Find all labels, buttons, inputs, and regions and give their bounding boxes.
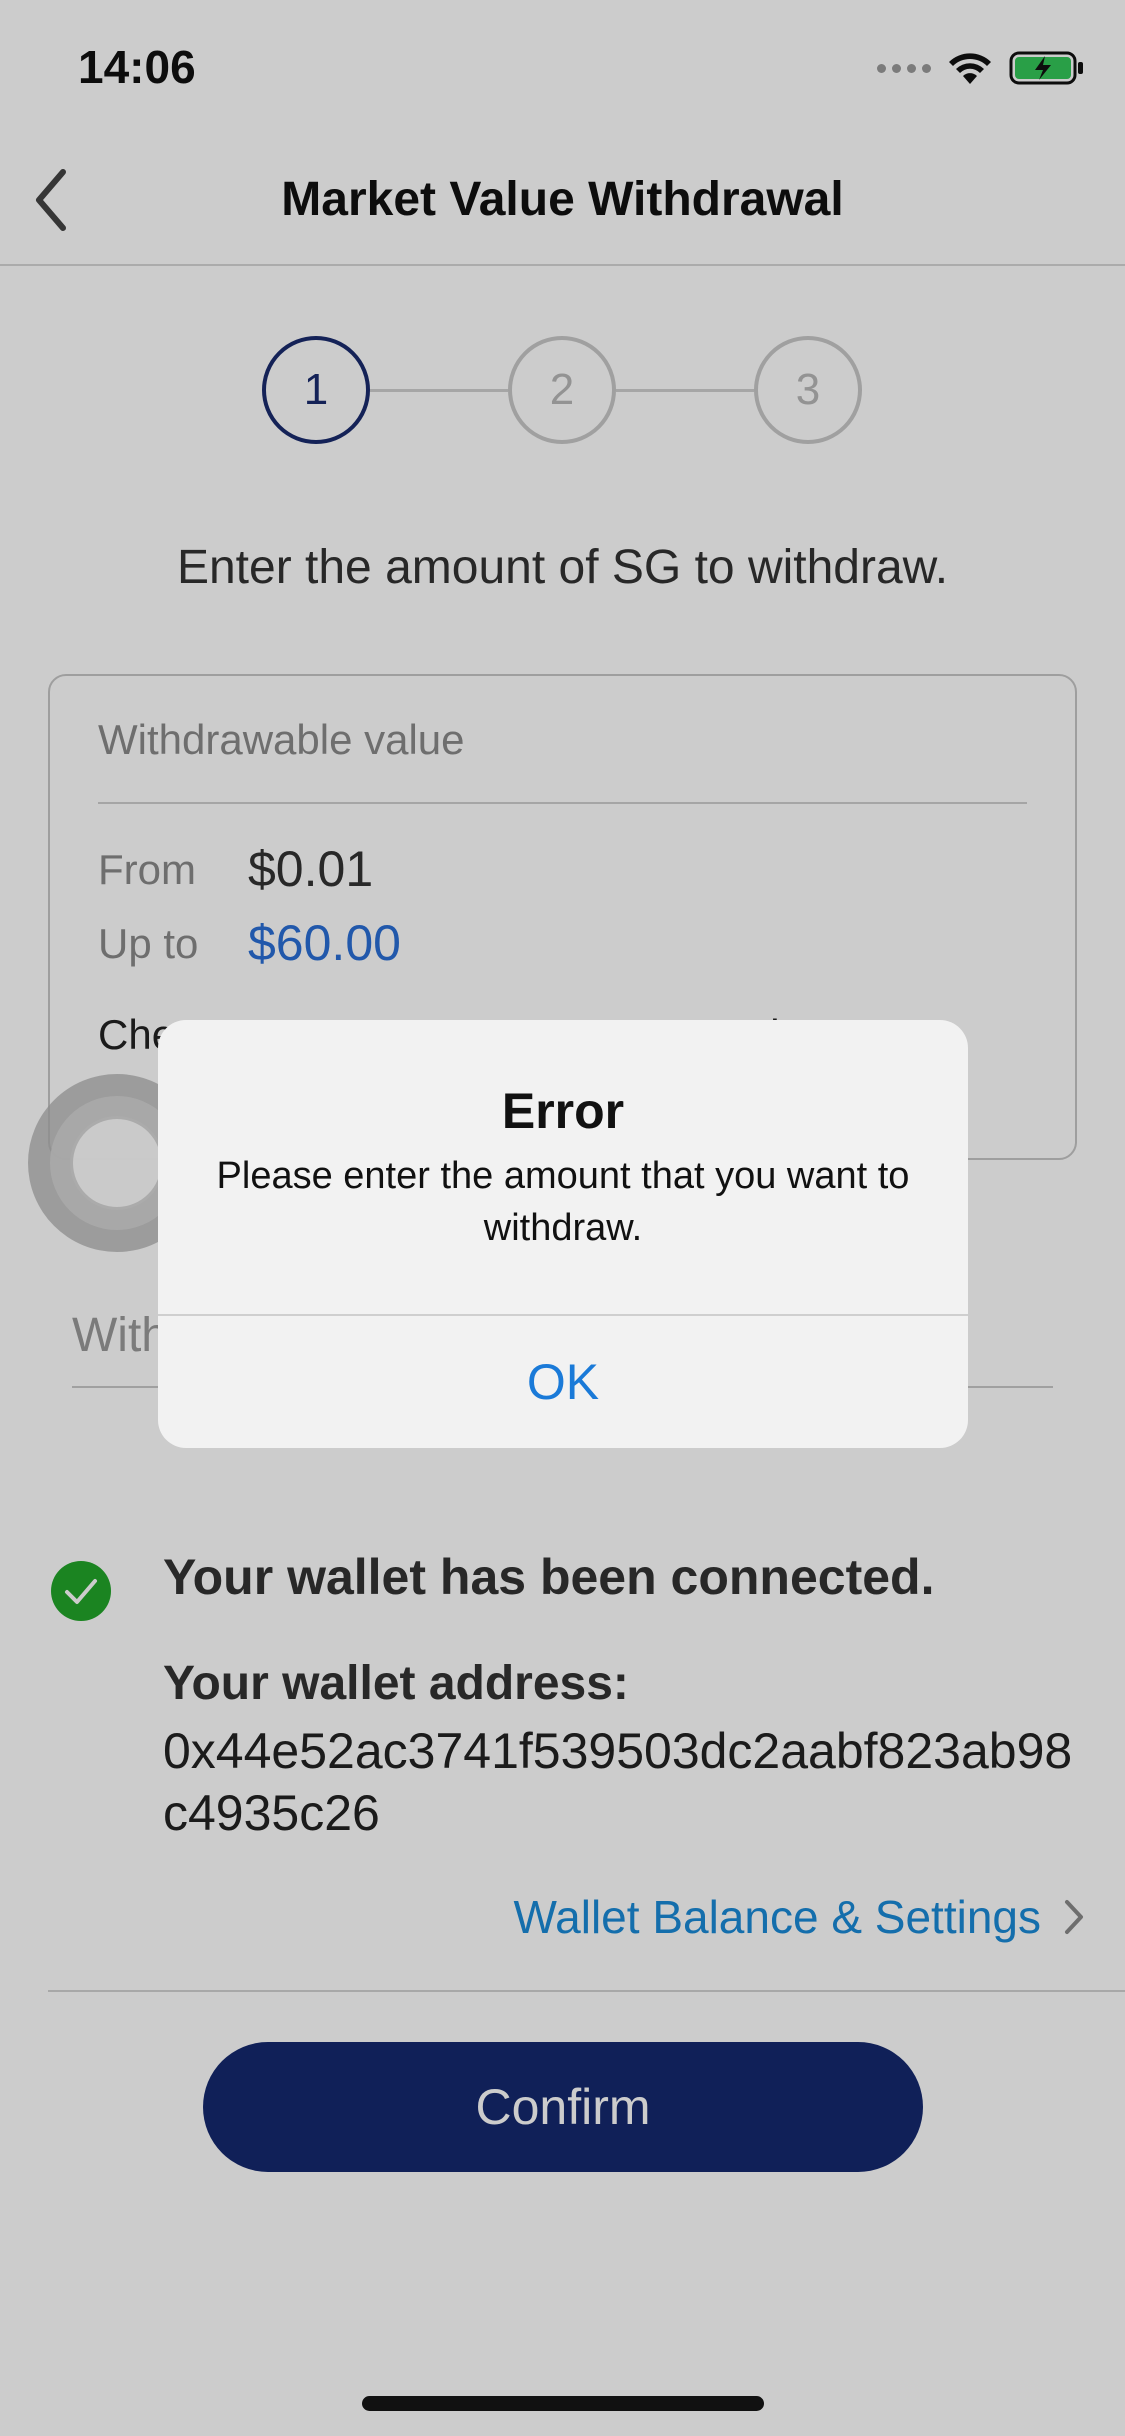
alert-title: Error	[501, 1083, 625, 1139]
error-alert: Error Please enter the amount that you w…	[158, 1020, 968, 1448]
home-indicator	[362, 2396, 764, 2411]
alert-message: Please enter the amount that you want to…	[216, 1155, 910, 1249]
alert-ok-button[interactable]: OK	[158, 1316, 968, 1448]
assistive-touch-center	[70, 1116, 164, 1210]
